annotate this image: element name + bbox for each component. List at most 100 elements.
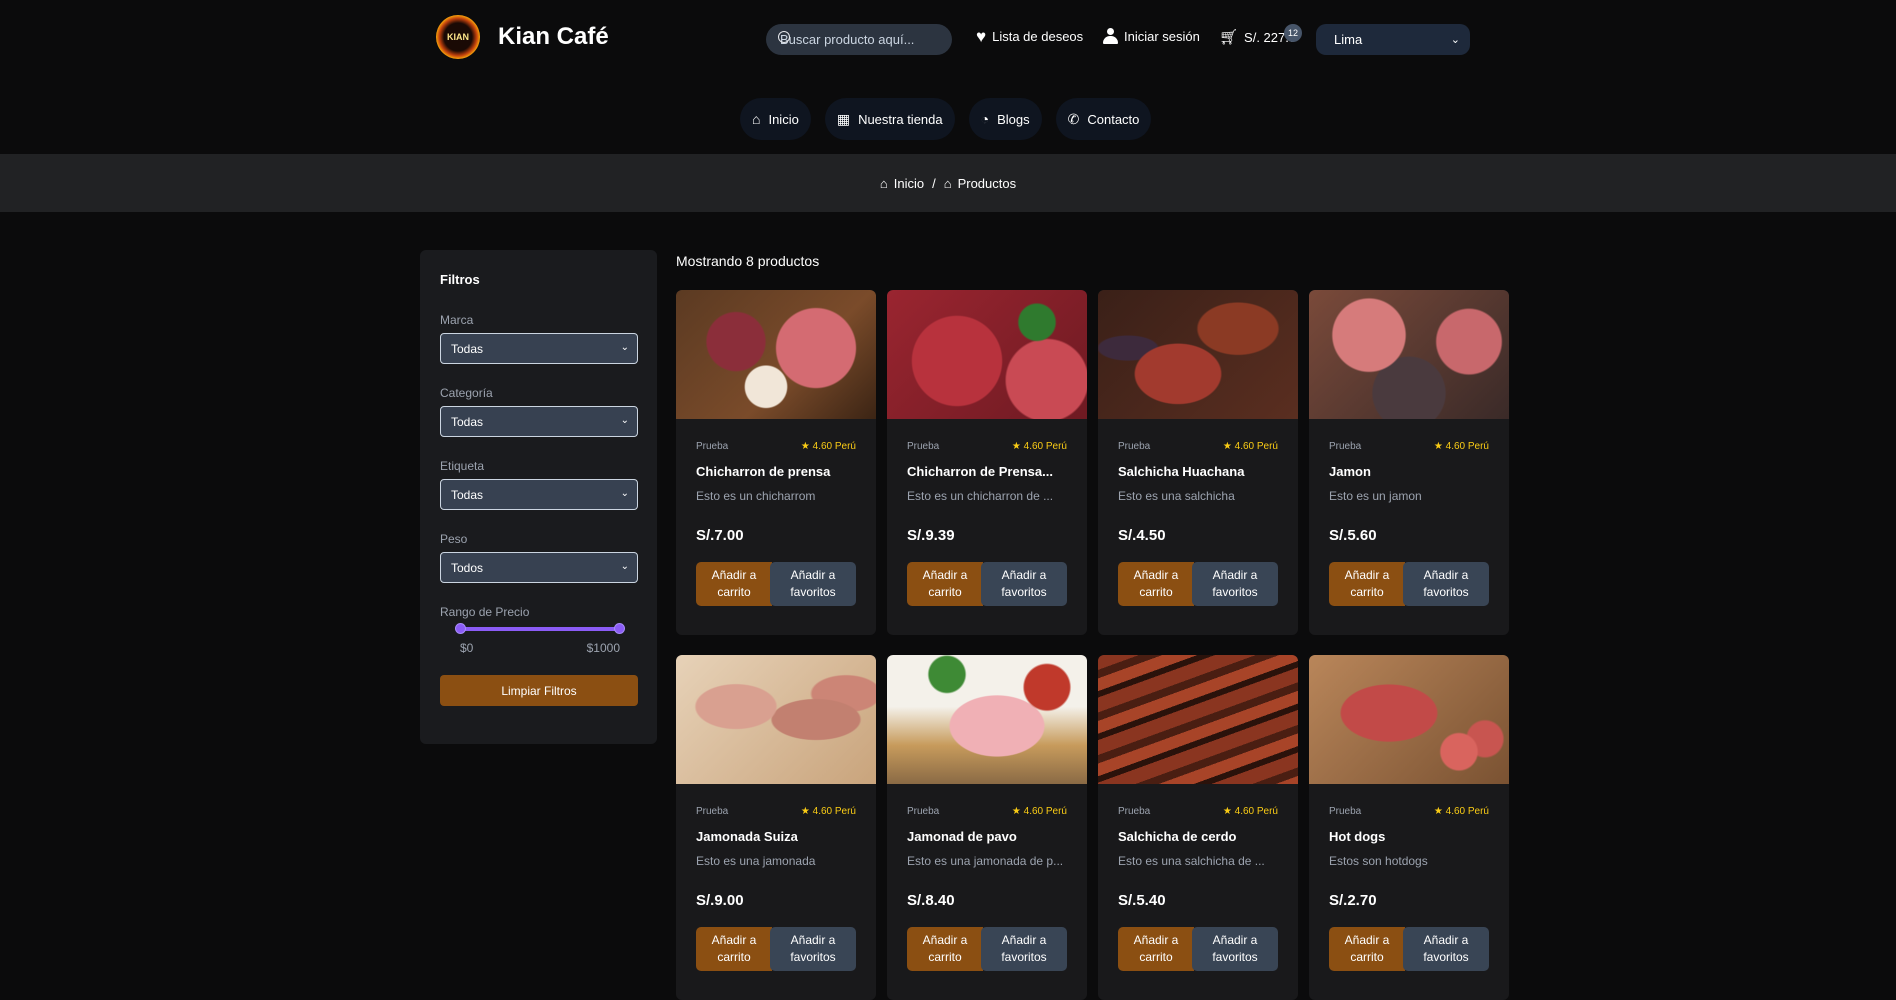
add-to-favorites-button[interactable]: Añadir a favoritos bbox=[981, 927, 1067, 971]
home-icon: ⌂ bbox=[879, 175, 888, 191]
product-image[interactable] bbox=[676, 290, 876, 419]
clear-filters-button[interactable]: Limpiar Filtros bbox=[440, 675, 638, 706]
price-range-label: Rango de Precio bbox=[440, 605, 530, 619]
product-name[interactable]: Salchicha Huachana bbox=[1098, 464, 1298, 479]
home-icon: ⌂ bbox=[943, 175, 952, 191]
blog-icon: ◔ bbox=[980, 111, 990, 127]
add-to-cart-button[interactable]: Añadir a carrito bbox=[1329, 927, 1405, 971]
home-icon: ⌂ bbox=[752, 111, 761, 127]
price-max: $1000 bbox=[586, 641, 620, 655]
chevron-down-icon: ⌄ bbox=[620, 415, 629, 426]
breadcrumb-current-label: Productos bbox=[957, 175, 1017, 191]
heart-icon: ♥ bbox=[976, 27, 987, 46]
search-input[interactable] bbox=[766, 24, 952, 55]
tag-filter-select[interactable]: Todas ⌄ bbox=[440, 479, 638, 510]
add-to-favorites-button[interactable]: Añadir a favoritos bbox=[1192, 562, 1278, 606]
product-brand: Prueba bbox=[907, 806, 940, 817]
add-to-favorites-button[interactable]: Añadir a favoritos bbox=[981, 562, 1067, 606]
product-description: Esto es una salchicha de ... bbox=[1118, 854, 1265, 868]
user-icon bbox=[1103, 28, 1118, 44]
chevron-down-icon: ⌄ bbox=[620, 488, 629, 499]
nav-blogs[interactable]: ◔ Blogs bbox=[968, 98, 1042, 140]
product-card[interactable]: Prueba ★ 4.60 Perú Jamon Esto es un jamon… bbox=[1309, 290, 1509, 635]
add-to-cart-button[interactable]: Añadir a carrito bbox=[696, 927, 772, 971]
product-rating: ★ 4.60 Perú bbox=[1011, 441, 1067, 452]
nav-inicio[interactable]: ⌂ Inicio bbox=[740, 98, 811, 140]
product-rating: ★ 4.60 Perú bbox=[1011, 806, 1067, 817]
tag-filter-label: Etiqueta bbox=[440, 459, 485, 473]
login-link[interactable]: Iniciar sesión bbox=[1103, 28, 1200, 44]
nav-label: Inicio bbox=[768, 111, 799, 127]
brand-filter-label: Marca bbox=[440, 313, 474, 327]
product-name[interactable]: Jamonad de pavo bbox=[887, 829, 1087, 844]
product-name[interactable]: Jamonada Suiza bbox=[676, 829, 876, 844]
add-to-favorites-button[interactable]: Añadir a favoritos bbox=[1403, 562, 1489, 606]
breadcrumb: ⌂ Inicio / ⌂ Productos bbox=[0, 154, 1896, 212]
login-label: Iniciar sesión bbox=[1124, 28, 1200, 44]
add-to-cart-button[interactable]: Añadir a carrito bbox=[1118, 927, 1194, 971]
product-description: Esto es una jamonada de p... bbox=[907, 854, 1064, 868]
product-card[interactable]: Prueba ★ 4.60 Perú Salchicha Huachana Est… bbox=[1098, 290, 1298, 635]
product-name[interactable]: Jamon bbox=[1309, 464, 1509, 479]
add-to-cart-button[interactable]: Añadir a carrito bbox=[1118, 562, 1194, 606]
weight-filter-select[interactable]: Todos ⌄ bbox=[440, 552, 638, 583]
product-description: Esto es una salchicha bbox=[1118, 489, 1235, 503]
product-price: S/.9.39 bbox=[907, 527, 955, 544]
product-image[interactable] bbox=[887, 655, 1087, 784]
product-brand: Prueba bbox=[696, 806, 729, 817]
nav-tienda[interactable]: ▦ Nuestra tienda bbox=[824, 98, 955, 140]
logo-link[interactable]: KIAN Kian Café bbox=[436, 15, 609, 59]
breadcrumb-separator: / bbox=[932, 175, 936, 191]
search-icon bbox=[778, 31, 790, 43]
product-card[interactable]: Prueba ★ 4.60 Perú Jamonad de pavo Esto e… bbox=[887, 655, 1087, 1000]
product-card[interactable]: Prueba ★ 4.60 Perú Salchicha de cerdo Est… bbox=[1098, 655, 1298, 1000]
add-to-cart-button[interactable]: Añadir a carrito bbox=[907, 562, 983, 606]
product-price: S/.7.00 bbox=[696, 527, 744, 544]
wishlist-link[interactable]: ♥ Lista de deseos bbox=[976, 28, 1083, 45]
add-to-favorites-button[interactable]: Añadir a favoritos bbox=[770, 927, 856, 971]
product-name[interactable]: Hot dogs bbox=[1309, 829, 1509, 844]
product-price: S/.4.50 bbox=[1118, 527, 1166, 544]
breadcrumb-home-label: Inicio bbox=[893, 175, 925, 191]
product-brand: Prueba bbox=[696, 441, 729, 452]
product-image[interactable] bbox=[1309, 655, 1509, 784]
product-name[interactable]: Chicharron de Prensa... bbox=[887, 464, 1087, 479]
add-to-favorites-button[interactable]: Añadir a favoritos bbox=[1403, 927, 1489, 971]
product-price: S/.9.00 bbox=[696, 892, 744, 909]
product-image[interactable] bbox=[1309, 290, 1509, 419]
product-brand: Prueba bbox=[907, 441, 940, 452]
product-description: Esto es un jamon bbox=[1329, 489, 1422, 503]
product-card[interactable]: Prueba ★ 4.60 Perú Chicharron de prensa E… bbox=[676, 290, 876, 635]
add-to-cart-button[interactable]: Añadir a carrito bbox=[696, 562, 772, 606]
product-brand: Prueba bbox=[1329, 441, 1362, 452]
nav-contacto[interactable]: ✆ Contacto bbox=[1055, 98, 1152, 140]
chevron-down-icon: ⌄ bbox=[1450, 34, 1460, 46]
breadcrumb-home[interactable]: ⌂ Inicio bbox=[880, 176, 924, 191]
product-card[interactable]: Prueba ★ 4.60 Perú Jamonada Suiza Esto es… bbox=[676, 655, 876, 1000]
add-to-favorites-button[interactable]: Añadir a favoritos bbox=[770, 562, 856, 606]
product-image[interactable] bbox=[676, 655, 876, 784]
cart-count-badge: 12 bbox=[1284, 24, 1302, 42]
product-image[interactable] bbox=[1098, 290, 1298, 419]
price-max-handle[interactable] bbox=[614, 623, 625, 634]
product-card[interactable]: Prueba ★ 4.60 Perú Hot dogs Estos son hot… bbox=[1309, 655, 1509, 1000]
city-value: Lima bbox=[1334, 32, 1363, 47]
product-name[interactable]: Salchicha de cerdo bbox=[1098, 829, 1298, 844]
category-filter-label: Categoría bbox=[440, 386, 493, 400]
add-to-favorites-button[interactable]: Añadir a favoritos bbox=[1192, 927, 1278, 971]
product-image[interactable] bbox=[1098, 655, 1298, 784]
category-filter-select[interactable]: Todas ⌄ bbox=[440, 406, 638, 437]
product-name[interactable]: Chicharron de prensa bbox=[676, 464, 876, 479]
city-select[interactable]: Lima ⌄ bbox=[1316, 24, 1470, 55]
product-rating: ★ 4.60 Perú bbox=[800, 806, 856, 817]
breadcrumb-current: ⌂ Productos bbox=[944, 176, 1016, 191]
product-card[interactable]: Prueba ★ 4.60 Perú Chicharron de Prensa..… bbox=[887, 290, 1087, 635]
add-to-cart-button[interactable]: Añadir a carrito bbox=[1329, 562, 1405, 606]
price-range-slider[interactable] bbox=[455, 623, 625, 634]
brand-filter-value: Todas bbox=[451, 341, 484, 356]
weight-filter-label: Peso bbox=[440, 532, 468, 546]
add-to-cart-button[interactable]: Añadir a carrito bbox=[907, 927, 983, 971]
brand-filter-select[interactable]: Todas ⌄ bbox=[440, 333, 638, 364]
price-min-handle[interactable] bbox=[455, 623, 466, 634]
product-image[interactable] bbox=[887, 290, 1087, 419]
